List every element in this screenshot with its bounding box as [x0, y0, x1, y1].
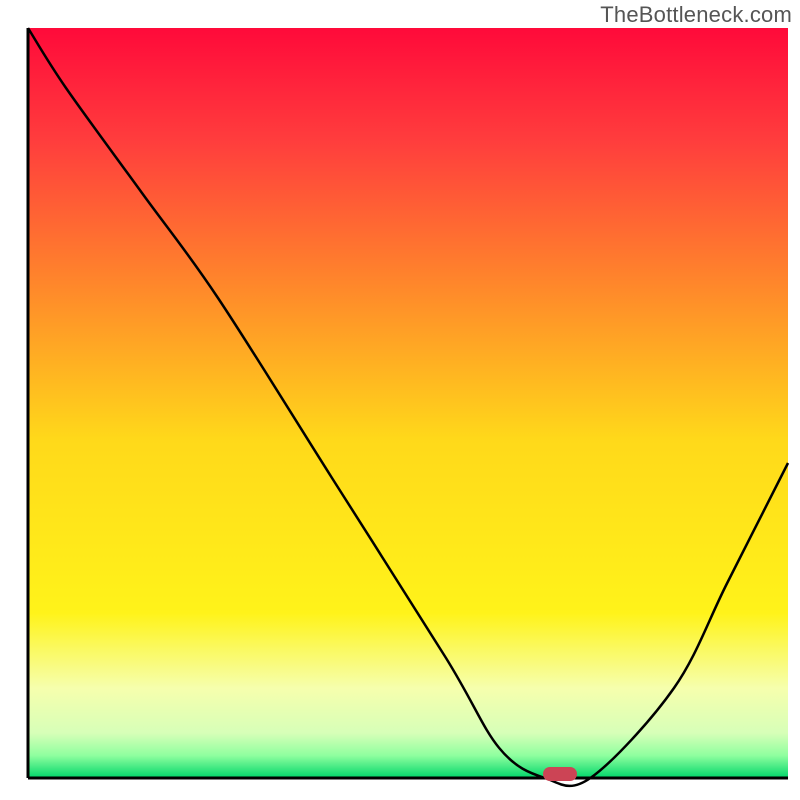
watermark-text: TheBottleneck.com	[600, 2, 792, 28]
optimal-marker	[543, 767, 577, 781]
chart-frame: TheBottleneck.com	[0, 0, 800, 800]
bottleneck-chart	[0, 0, 800, 800]
gradient-background	[28, 28, 788, 778]
plot-area	[28, 28, 788, 786]
